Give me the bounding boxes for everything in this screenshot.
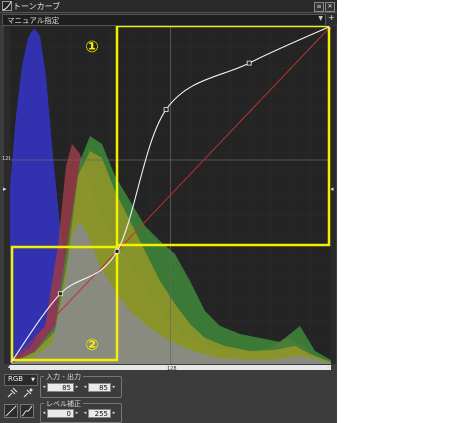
chevron-down-icon: ▼ [318,15,323,22]
output-spin-right[interactable]: ▸ [112,383,116,392]
preset-row: マニュアル指定 ▼ [0,13,337,26]
output-right-rail[interactable] [331,26,336,364]
panel-menu-button[interactable]: ≡ [314,2,324,12]
curve-control-point[interactable] [246,60,252,66]
input-spin-left[interactable]: ◂ [42,383,46,392]
input-white-point-marker[interactable]: ▴ [327,363,330,370]
level-min-spin-right[interactable]: ▸ [75,409,79,418]
add-preset-button[interactable]: + [328,13,335,22]
level-min-field[interactable]: 0 [47,409,74,418]
free-curve-button[interactable] [20,404,34,418]
title-bar: トーンカーブ ≡ ✕ [0,0,337,13]
curve-control-point[interactable] [114,248,120,254]
black-point-eyedropper-icon[interactable] [6,387,18,399]
channel-select-value: RGB [8,375,24,383]
input-spin-right[interactable]: ▸ [75,383,79,392]
free-curve-icon [21,405,33,417]
level-correction-group-label: レベル補正 [44,399,83,409]
linear-curve-icon [5,405,17,417]
level-max-spin-left[interactable]: ◂ [83,409,87,418]
input-output-group-label: 入力 - 出力 [44,372,83,382]
channel-select[interactable]: RGB ▼ [4,374,38,386]
output-level-marker[interactable]: ▸ [3,185,7,193]
tone-curve-graph[interactable]: ① ② [7,23,334,367]
chevron-down-icon: ▼ [31,377,35,383]
input-value-field[interactable]: 85 [47,383,74,392]
preset-select[interactable]: マニュアル指定 ▼ [2,14,326,26]
white-point-eyedropper-icon[interactable] [22,387,34,399]
close-button[interactable]: ✕ [325,2,335,12]
level-max-field[interactable]: 255 [88,409,111,418]
linear-curve-button[interactable] [4,404,18,418]
preset-select-value: マニュアル指定 [7,16,60,25]
output-spin-left[interactable]: ◂ [83,383,87,392]
tone-curve-app-icon [2,1,12,11]
callout-2-label: ② [85,335,99,354]
tone-curve-panel: トーンカーブ ≡ ✕ マニュアル指定 ▼ + ▸ 128 ◂ ① ② ▴ 128… [0,0,337,423]
controls-area: RGB ▼ 入力 - 出力 ◂ 85 ▸ ◂ 85 ▸ レベル補正 ◂ 0 ▸ … [0,371,337,423]
level-max-spin-right[interactable]: ▸ [112,409,116,418]
curve-control-point[interactable] [163,107,169,112]
output-value-field[interactable]: 85 [88,383,111,392]
level-min-spin-left[interactable]: ◂ [42,409,46,418]
curve-control-point[interactable] [57,291,63,297]
tone-curve-canvas[interactable]: ① ② [7,23,334,367]
panel-title: トーンカーブ [13,2,61,11]
callout-1-label: ① [85,37,99,56]
curve-control-point[interactable] [328,23,334,29]
input-black-point-marker[interactable]: ▴ [8,363,11,370]
